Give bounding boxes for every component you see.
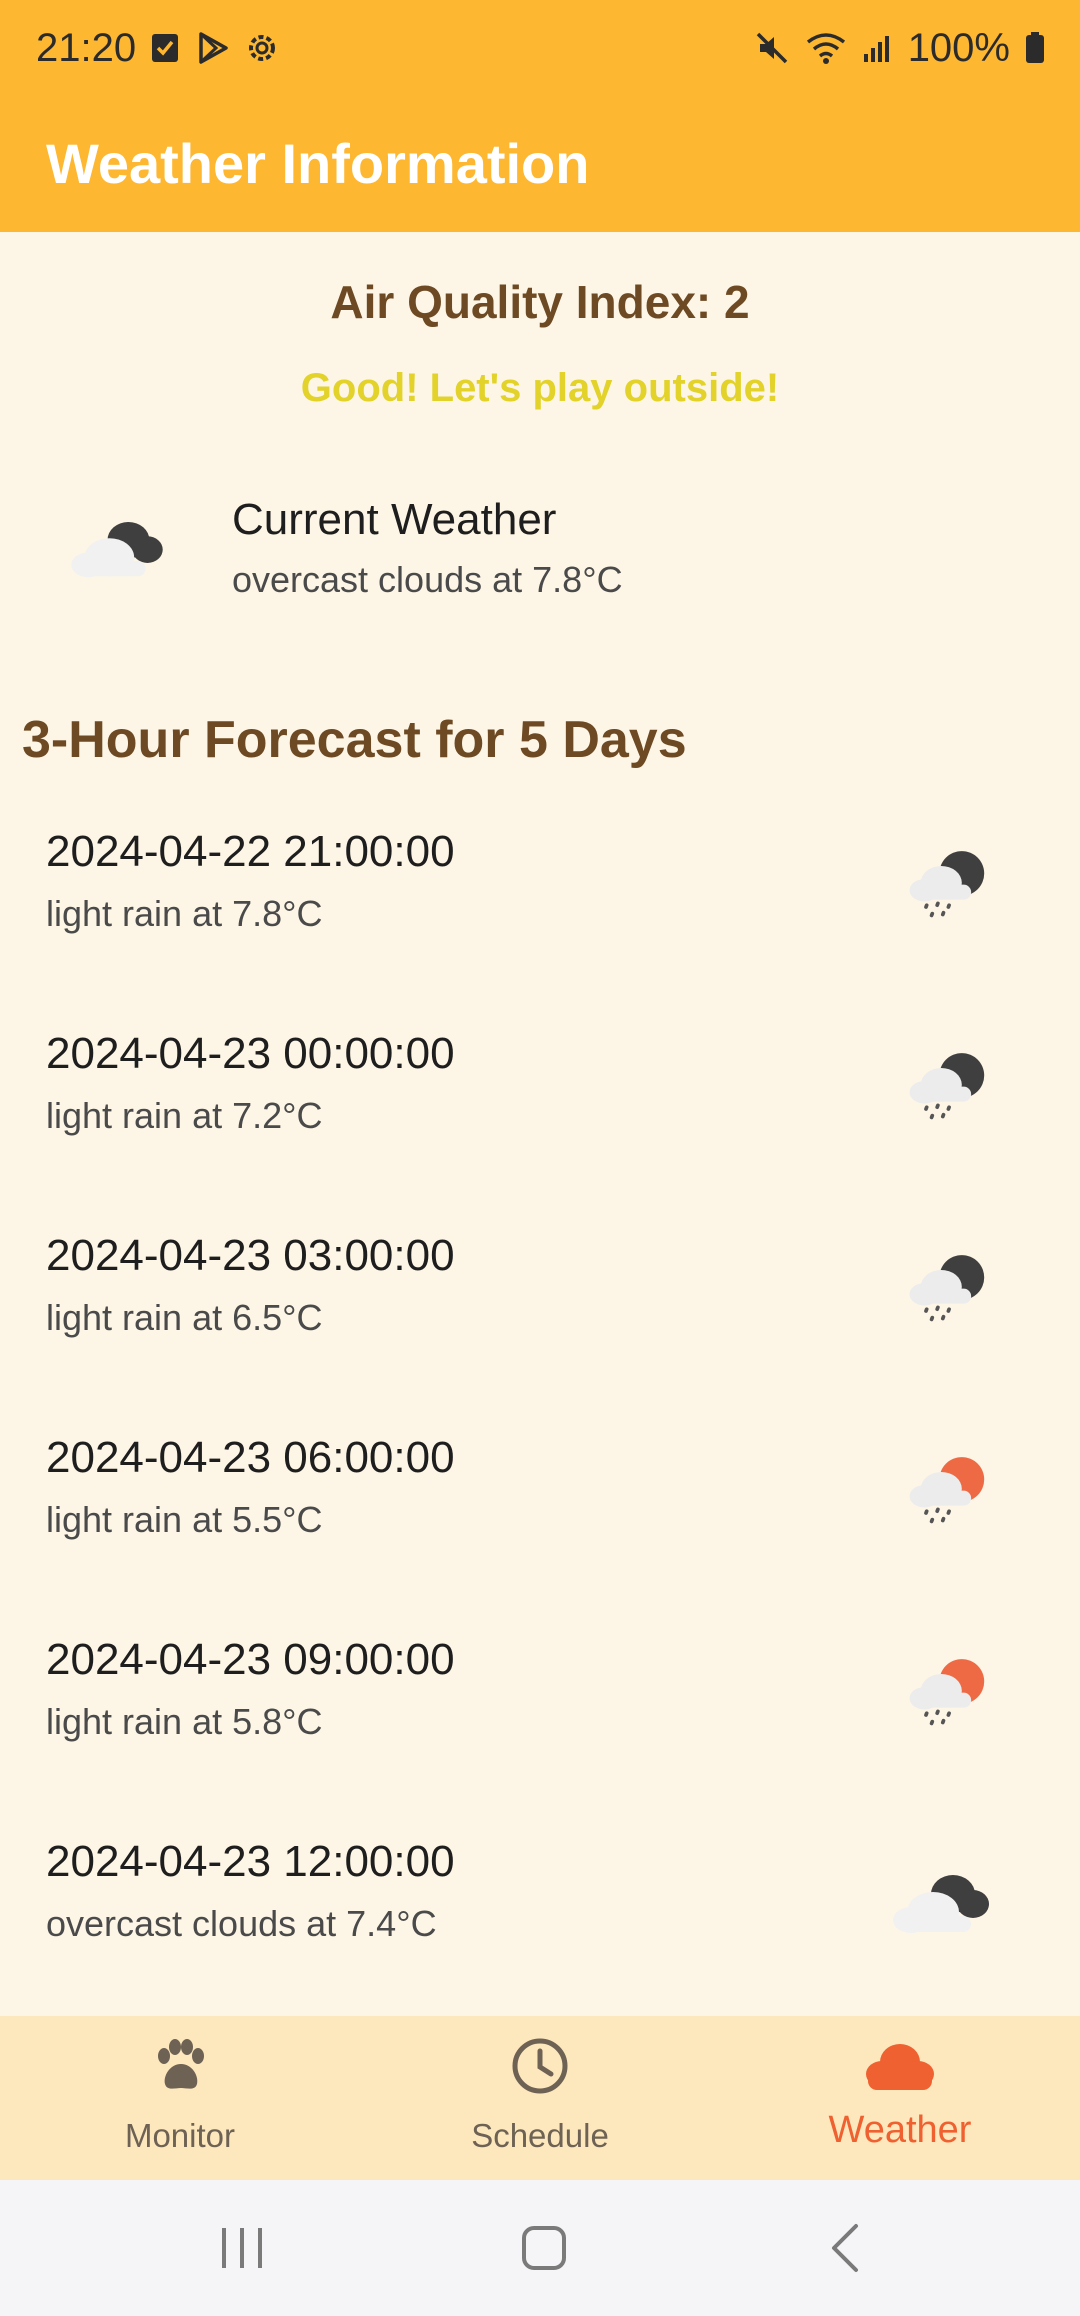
forecast-item: 2024-04-23 03:00:00 light rain at 6.5°C [0, 1228, 1080, 1430]
forecast-time: 2024-04-22 21:00:00 [46, 827, 455, 876]
forecast-time: 2024-04-23 06:00:00 [46, 1433, 455, 1482]
current-weather-card: Current Weather overcast clouds at 7.8°C [0, 482, 1080, 632]
forecast-time: 2024-04-23 03:00:00 [46, 1231, 455, 1280]
app-bar: Weather Information [0, 96, 1080, 232]
overcast-clouds-icon [893, 1875, 989, 1933]
nav-label-monitor: Monitor [124, 2117, 236, 2154]
wifi-icon [806, 33, 845, 64]
nav-item-monitor[interactable]: Monitor [0, 2016, 360, 2180]
forecast-time: 2024-04-23 00:00:00 [46, 1029, 455, 1078]
page-title: Weather Information [46, 132, 590, 195]
nav-item-weather[interactable]: Weather [720, 2016, 1080, 2180]
forecast-item: 2024-04-23 12:00:00 overcast clouds at 7… [0, 1834, 1080, 2036]
paw-icon [158, 2039, 204, 2089]
current-weather-title: Current Weather [232, 495, 557, 544]
light-rain-night-icon [909, 851, 985, 918]
status-time: 21:20 [36, 26, 137, 70]
nav-label-schedule: Schedule [471, 2117, 609, 2154]
home-button[interactable] [504, 2216, 584, 2280]
air-quality-index: Air Quality Index: 2 [330, 276, 750, 328]
forecast-description: light rain at 6.5°C [46, 1297, 323, 1338]
overcast-clouds-icon [71, 522, 163, 578]
forecast-item: 2024-04-23 06:00:00 light rain at 5.5°C [0, 1430, 1080, 1632]
light-rain-night-icon [909, 1053, 985, 1120]
checkbox-icon [152, 34, 178, 62]
forecast-description: light rain at 7.8°C [46, 893, 323, 934]
battery-percent: 100% [907, 26, 1010, 70]
current-weather-description: overcast clouds at 7.8°C [232, 559, 623, 600]
light-rain-night-icon [909, 1255, 985, 1322]
light-rain-day-icon [909, 1457, 985, 1524]
cloud-icon [866, 2044, 934, 2090]
forecast-heading: 3-Hour Forecast for 5 Days [22, 711, 687, 769]
forecast-description: light rain at 5.5°C [46, 1499, 323, 1540]
air-quality-message: Good! Let's play outside! [300, 366, 780, 410]
signal-icon [863, 36, 889, 62]
forecast-item: 2024-04-23 09:00:00 light rain at 5.8°C [0, 1632, 1080, 1834]
forecast-time: 2024-04-23 12:00:00 [46, 1837, 455, 1886]
forecast-item: 2024-04-22 21:00:00 light rain at 7.8°C [0, 824, 1080, 1026]
play-store-icon [199, 32, 228, 64]
back-button[interactable] [806, 2216, 886, 2280]
battery-icon [1026, 32, 1044, 63]
forecast-description: light rain at 5.8°C [46, 1701, 323, 1742]
clock-icon [512, 2038, 568, 2094]
system-navigation-bar [0, 2180, 1080, 2316]
recent-apps-button[interactable] [202, 2216, 282, 2280]
nav-item-schedule[interactable]: Schedule [360, 2016, 720, 2180]
forecast-time: 2024-04-23 09:00:00 [46, 1635, 455, 1684]
bottom-navigation: Monitor Schedule Weather [0, 2016, 1080, 2180]
forecast-description: overcast clouds at 7.4°C [46, 1903, 437, 1944]
light-rain-day-icon [909, 1659, 985, 1726]
status-left-icons [150, 30, 280, 66]
settings-gear-icon [249, 35, 275, 61]
weather-content[interactable]: Air Quality Index: 2 Good! Let's play ou… [0, 232, 1080, 2016]
status-bar: 21:20 100% [0, 0, 1080, 96]
status-right-icons: 100% [754, 24, 1046, 72]
mute-icon [756, 32, 787, 64]
nav-label-weather: Weather [828, 2109, 972, 2151]
forecast-item: 2024-04-23 00:00:00 light rain at 7.2°C [0, 1026, 1080, 1228]
forecast-description: light rain at 7.2°C [46, 1095, 323, 1136]
